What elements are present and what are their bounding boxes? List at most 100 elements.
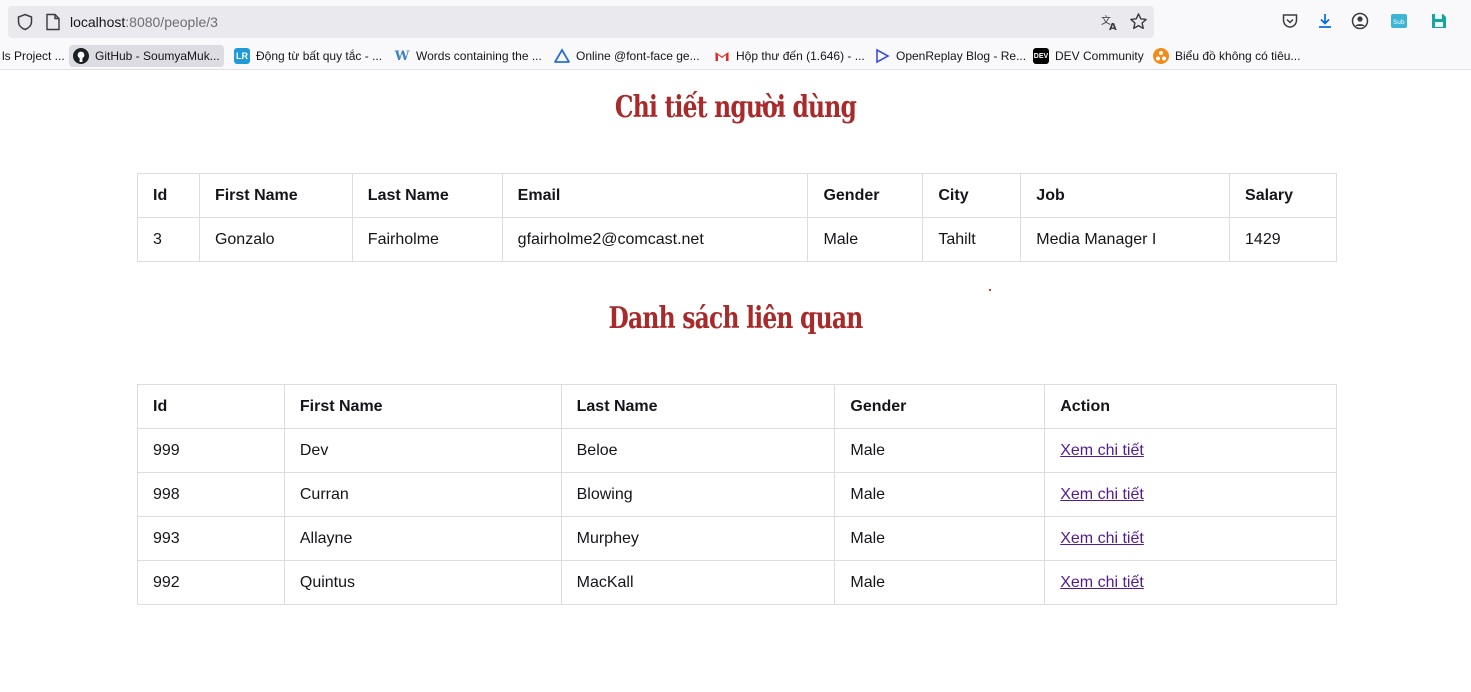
cell-city: Tahilt	[922, 217, 1022, 262]
dev-icon: DEV	[1033, 48, 1049, 64]
cell-first-name: Gonzalo	[198, 217, 353, 262]
cell-action: Xem chi tiết	[1044, 472, 1337, 517]
cell-job: Media Manager I	[1020, 217, 1231, 262]
bookmarks-bar: ls Project ... GitHub - SoumyaMuk... LR …	[0, 42, 1471, 70]
detail-heading: Chi tiết người dùng	[614, 90, 857, 125]
cell-action: Xem chi tiết	[1044, 516, 1337, 561]
lr-icon: LR	[234, 48, 250, 64]
header-email: Email	[501, 173, 809, 218]
cell-salary: 1429	[1229, 217, 1337, 262]
cell-last-name: Beloe	[560, 428, 836, 473]
cell-id: 993	[137, 516, 285, 561]
pocket-icon[interactable]	[1281, 12, 1299, 30]
bookmark-label: Động từ bất quy tắc - ...	[256, 49, 383, 63]
bookmark-openreplay[interactable]: OpenReplay Blog - Re...	[870, 45, 1030, 67]
url-host: localhost	[70, 14, 126, 30]
table-row: 993 Allayne Murphey Male Xem chi tiết	[137, 516, 1337, 561]
table-header-row: Id First Name Last Name Gender Action	[137, 384, 1337, 429]
view-detail-link[interactable]: Xem chi tiết	[1060, 442, 1144, 459]
subtitle-extension-icon[interactable]: Sub	[1390, 12, 1408, 30]
page-icon	[46, 13, 60, 31]
svg-text:Sub: Sub	[1393, 19, 1405, 26]
header-gender: Gender	[834, 384, 1046, 429]
cell-gender: Male	[834, 560, 1046, 605]
cell-last-name: Fairholme	[351, 217, 503, 262]
view-detail-link[interactable]: Xem chi tiết	[1060, 530, 1144, 547]
header-gender: Gender	[807, 173, 924, 218]
address-bar[interactable]: localhost:8080/people/3 文 A	[8, 6, 1154, 38]
browser-toolbar: localhost:8080/people/3 文 A Sub	[0, 0, 1471, 42]
openreplay-icon	[876, 48, 890, 64]
translate-icon[interactable]: 文 A	[1101, 13, 1119, 31]
bookmark-label: OpenReplay Blog - Re...	[896, 49, 1027, 63]
bookmark-label: Words containing the ...	[416, 49, 542, 63]
stray-dot	[989, 289, 991, 291]
save-extension-icon[interactable]	[1430, 12, 1448, 30]
bookmark-dev-community[interactable]: DEV DEV Community	[1029, 45, 1148, 67]
cell-gender: Male	[834, 472, 1046, 517]
triangle-icon	[554, 48, 570, 63]
header-first-name: First Name	[198, 173, 353, 218]
cell-last-name: Murphey	[560, 516, 836, 561]
bookmark-label: Biểu đồ không có tiêu...	[1175, 49, 1301, 63]
bookmark-label: Hộp thư đến (1.646) - ...	[736, 49, 865, 63]
view-detail-link[interactable]: Xem chi tiết	[1060, 486, 1144, 503]
github-icon	[73, 48, 89, 64]
cell-first-name: Allayne	[283, 516, 562, 561]
account-icon[interactable]	[1351, 12, 1369, 30]
bookmark-star-icon[interactable]	[1129, 12, 1148, 31]
bookmark-label: GitHub - SoumyaMuk...	[95, 49, 220, 63]
header-id: Id	[137, 173, 200, 218]
header-first-name: First Name	[283, 384, 562, 429]
cell-id: 992	[137, 560, 285, 605]
cell-last-name: Blowing	[560, 472, 836, 517]
cell-first-name: Curran	[283, 472, 562, 517]
table-header-row: Id First Name Last Name Email Gender Cit…	[137, 173, 1337, 218]
cell-id: 998	[137, 472, 285, 517]
table-row: 3 Gonzalo Fairholme gfairholme2@comcast.…	[137, 217, 1337, 262]
table-row: 999 Dev Beloe Male Xem chi tiết	[137, 428, 1337, 473]
header-action: Action	[1044, 384, 1337, 429]
bookmark-font-face[interactable]: Online @font-face ge...	[550, 45, 704, 67]
w-icon: W	[394, 48, 410, 64]
cell-id: 3	[137, 217, 200, 262]
header-id: Id	[137, 384, 285, 429]
cell-gender: Male	[834, 516, 1046, 561]
gmail-icon	[715, 52, 729, 61]
header-city: City	[922, 173, 1022, 218]
header-last-name: Last Name	[560, 384, 836, 429]
cell-action: Xem chi tiết	[1044, 428, 1337, 473]
cell-last-name: MacKall	[560, 560, 836, 605]
view-detail-link[interactable]: Xem chi tiết	[1060, 574, 1144, 591]
bookmark-label: ls Project ...	[2, 49, 65, 63]
download-icon[interactable]	[1316, 12, 1334, 30]
bookmark-chart[interactable]: Biểu đồ không có tiêu...	[1149, 45, 1304, 67]
shield-icon[interactable]	[16, 13, 34, 31]
related-people-table: Id First Name Last Name Gender Action 99…	[137, 384, 1337, 605]
bookmark-label: DEV Community	[1055, 49, 1144, 63]
table-row: 992 Quintus MacKall Male Xem chi tiết	[137, 560, 1337, 605]
cell-id: 999	[137, 428, 285, 473]
cell-gender: Male	[807, 217, 924, 262]
bookmark-gmail[interactable]: Hộp thư đến (1.646) - ...	[710, 45, 869, 67]
url-path: :8080/people/3	[125, 14, 218, 30]
header-job: Job	[1020, 173, 1231, 218]
svg-text:A: A	[1109, 22, 1117, 31]
cell-first-name: Quintus	[283, 560, 562, 605]
header-last-name: Last Name	[351, 173, 503, 218]
chart-icon	[1153, 48, 1169, 64]
cell-gender: Male	[834, 428, 1046, 473]
header-salary: Salary	[1229, 173, 1337, 218]
related-heading: Danh sách liên quan	[608, 301, 864, 336]
url-text[interactable]: localhost:8080/people/3	[70, 14, 218, 30]
cell-action: Xem chi tiết	[1044, 560, 1337, 605]
cell-first-name: Dev	[283, 428, 562, 473]
bookmark-label: Online @font-face ge...	[576, 49, 700, 63]
bookmark-github[interactable]: GitHub - SoumyaMuk...	[69, 45, 224, 67]
bookmark-project[interactable]: ls Project ...	[0, 45, 69, 67]
table-row: 998 Curran Blowing Male Xem chi tiết	[137, 472, 1337, 517]
bookmark-irregular-verbs[interactable]: LR Động từ bất quy tắc - ...	[230, 45, 386, 67]
bookmark-words[interactable]: W Words containing the ...	[390, 45, 546, 67]
user-detail-table: Id First Name Last Name Email Gender Cit…	[137, 173, 1337, 262]
cell-email: gfairholme2@comcast.net	[501, 217, 809, 262]
